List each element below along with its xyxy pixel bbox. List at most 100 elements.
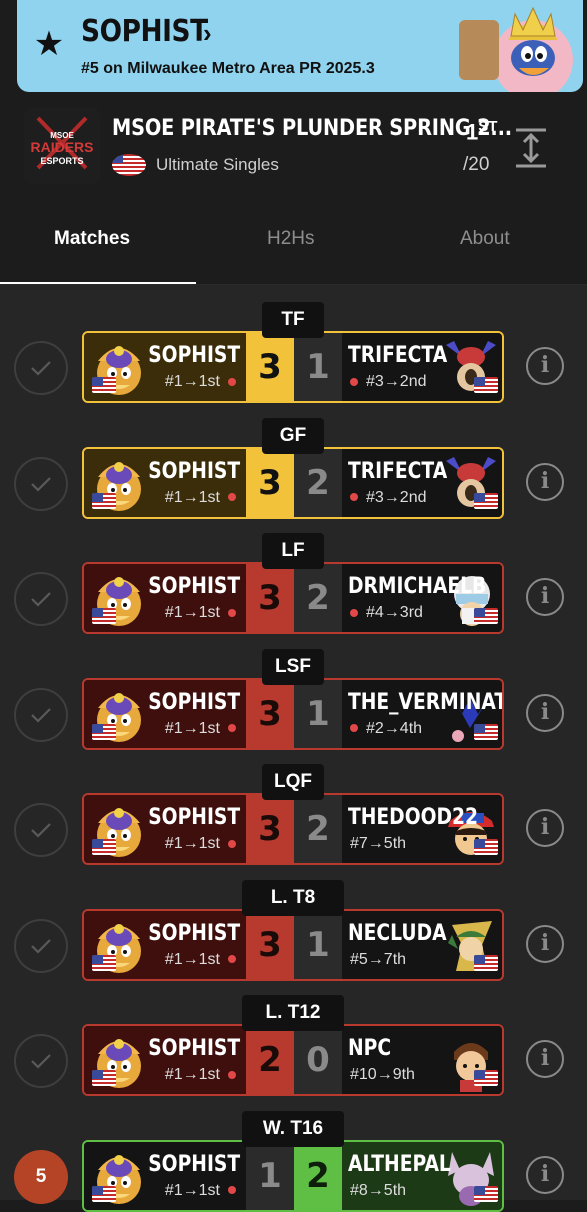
player-right: TRIFECTA #3→2nd (342, 448, 502, 517)
svg-text:RAIDERS: RAIDERS (30, 139, 93, 155)
tab-about[interactable]: About (460, 228, 510, 250)
player-name: SOPHIST (148, 343, 240, 368)
opponent-seed: #8→5th (350, 1181, 407, 1199)
us-flag-icon (92, 954, 116, 971)
match-row[interactable]: LF SOPHIST #1→1st 3 2 DRMICHAELB #4→3rd i (0, 516, 587, 634)
tab-h2hs[interactable]: H2Hs (267, 228, 315, 250)
player-left: SOPHIST #1→1st (84, 679, 246, 748)
match-row[interactable]: GF SOPHIST #1→1st 3 2 TRIFECTA #3→2nd i (0, 401, 587, 519)
us-flag-icon (112, 154, 146, 176)
player-right: THEDOOD22 #7→5th (342, 795, 502, 863)
completed-check-icon[interactable] (14, 456, 68, 511)
us-flag-icon (474, 1070, 498, 1086)
score-left: 3 (246, 564, 294, 632)
score-right: 2 (294, 1141, 342, 1210)
player-name: SOPHIST (148, 1151, 240, 1177)
score-right: 2 (294, 795, 342, 863)
match-card[interactable]: SOPHIST #1→1st 3 2 THEDOOD22 #7→5th (82, 793, 504, 865)
match-row[interactable]: TF SOPHIST #1→1st 3 1 TRIFECTA #3→2nd i (0, 285, 587, 403)
tournament-logo: MSOE RAIDERS ESPORTS (24, 108, 100, 184)
info-icon[interactable]: i (526, 924, 564, 963)
match-row[interactable]: L. T12 SOPHIST #1→1st 2 0 NPC #10→9th i (0, 978, 587, 1096)
player-right: NPC #10→9th (342, 1026, 502, 1094)
info-icon[interactable]: i (526, 578, 564, 616)
completed-check-icon[interactable] (14, 1034, 68, 1088)
completed-check-icon[interactable] (14, 572, 68, 626)
us-flag-icon (474, 608, 498, 624)
info-icon[interactable]: i (526, 462, 564, 501)
info-icon[interactable]: i (526, 347, 564, 385)
player-right: ALTHEPAL #8→5th (342, 1141, 502, 1210)
player-left: SOPHIST #1→1st (84, 910, 246, 979)
us-flag-icon (92, 377, 116, 393)
round-label: LSF (262, 648, 324, 685)
opponent-name: TRIFECTA (348, 458, 448, 484)
opponent-name: THE_VERMINAT (348, 689, 504, 715)
round-label: L. T8 (242, 879, 344, 916)
opponent-seed: #3→2nd (350, 489, 427, 507)
us-flag-icon (92, 1070, 116, 1086)
opponent-name: DRMICHAELB (348, 574, 487, 599)
completed-check-icon[interactable] (14, 687, 68, 742)
score-left: 2 (246, 1026, 294, 1094)
completed-check-icon[interactable] (14, 803, 68, 857)
round-label: W. T16 (242, 1110, 344, 1147)
match-card[interactable]: SOPHIST #1→1st 3 2 DRMICHAELB #4→3rd (82, 562, 504, 634)
player-left: SOPHIST #1→1st (84, 1141, 246, 1210)
player-left: SOPHIST #1→1st (84, 1026, 246, 1094)
player-left: SOPHIST #1→1st (84, 333, 246, 401)
match-card[interactable]: SOPHIST #1→1st 2 0 NPC #10→9th (82, 1024, 504, 1096)
star-icon: ★ (33, 25, 65, 63)
completed-check-icon[interactable] (14, 341, 68, 395)
score-right: 1 (294, 679, 342, 748)
match-list: TF SOPHIST #1→1st 3 1 TRIFECTA #3→2nd i GF SOPHIS… (0, 285, 587, 1212)
opponent-name: NECLUDA (348, 920, 447, 946)
match-card[interactable]: SOPHIST #1→1st 3 1 THE_VERMINAT #2→4th (82, 677, 504, 750)
match-row[interactable]: 5 W. T16 SOPHIST #1→1st 1 2 ALTHEPAL #8→5th i (0, 1094, 587, 1212)
player-seed: #1→1st (165, 1182, 236, 1200)
match-card[interactable]: SOPHIST #1→1st 3 1 NECLUDA #5→7th (82, 908, 504, 981)
opponent-name: TRIFECTA (348, 343, 448, 368)
player-right: DRMICHAELB #4→3rd (342, 564, 502, 632)
player-name: SOPHIST (148, 1036, 240, 1061)
info-icon[interactable]: i (526, 809, 564, 847)
opponent-seed: #5→7th (350, 950, 407, 968)
score-right: 1 (294, 910, 342, 979)
player-name: SOPHIST (148, 458, 240, 484)
us-flag-icon (474, 839, 498, 855)
round-label: TF (262, 302, 324, 338)
info-icon[interactable]: i (526, 1040, 564, 1078)
player-banner[interactable]: ★ SOPHIST › #5 on Milwaukee Metro Area P… (17, 0, 583, 92)
opponent-seed: #2→4th (350, 720, 422, 738)
round-label: LQF (262, 764, 324, 800)
player-seed: #1→1st (165, 604, 236, 622)
score-left: 3 (246, 910, 294, 979)
info-icon[interactable]: i (526, 693, 564, 732)
tournament-name[interactable]: MSOE PIRATE'S PLUNDER SPRING 2... (112, 116, 512, 141)
us-flag-icon (92, 839, 116, 855)
match-row[interactable]: L. T8 SOPHIST #1→1st 3 1 NECLUDA #5→7th i (0, 863, 587, 981)
tab-matches[interactable]: Matches (54, 228, 130, 250)
player-name: SOPHIST (148, 920, 240, 946)
match-row[interactable]: LQF SOPHIST #1→1st 3 2 THEDOOD22 #7→5th i (0, 747, 587, 865)
opponent-seed: #10→9th (350, 1066, 415, 1083)
player-right: NECLUDA #5→7th (342, 910, 502, 979)
expand-icon[interactable] (514, 128, 548, 168)
player-name: SOPHIST (148, 805, 240, 830)
completed-check-icon[interactable] (14, 918, 68, 973)
opponent-seed: #3→2nd (350, 373, 427, 391)
player-seed: #1→1st (165, 720, 236, 738)
score-left: 3 (246, 795, 294, 863)
player-left: SOPHIST #1→1st (84, 564, 246, 632)
match-card[interactable]: SOPHIST #1→1st 3 1 TRIFECTA #3→2nd (82, 331, 504, 403)
player-name: SOPHIST (81, 14, 208, 49)
match-card[interactable]: SOPHIST #1→1st 1 2 ALTHEPAL #8→5th (82, 1139, 504, 1212)
score-left: 3 (246, 333, 294, 401)
player-seed: #1→1st (165, 951, 236, 969)
info-icon[interactable]: i (526, 1155, 564, 1194)
match-card[interactable]: SOPHIST #1→1st 3 2 TRIFECTA #3→2nd (82, 446, 504, 519)
us-flag-icon (92, 608, 116, 624)
match-row[interactable]: LSF SOPHIST #1→1st 3 1 THE_VERMINAT #2→4th i (0, 632, 587, 750)
score-right: 0 (294, 1026, 342, 1094)
player-seed: #1→1st (165, 1066, 236, 1084)
